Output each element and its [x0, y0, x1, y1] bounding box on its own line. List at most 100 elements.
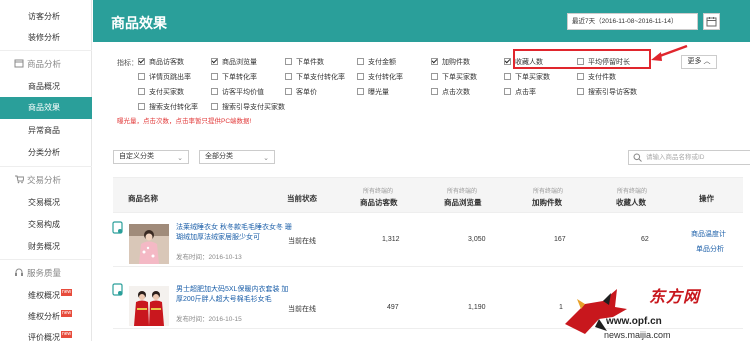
sidebar-group-product[interactable]: 商品分析	[0, 53, 92, 75]
product-thumbnail[interactable]	[129, 224, 169, 264]
select-value: 全部分类	[205, 153, 233, 160]
product-search-input[interactable]: 请输入商品名称或ID	[628, 150, 750, 165]
checkbox[interactable]	[285, 73, 292, 80]
indicator-option[interactable]: 商品访客数	[138, 58, 184, 68]
checkbox[interactable]	[138, 103, 145, 110]
checkbox[interactable]	[431, 58, 438, 65]
option-label: 搜索支付转化率	[149, 104, 198, 111]
single-analysis-link[interactable]: 单品分析	[696, 244, 724, 254]
indicator-option[interactable]: 搜索引导访客数	[577, 88, 637, 98]
custom-category-select[interactable]: 自定义分类 ⌄	[113, 150, 189, 164]
col-views[interactable]: 商品浏览量	[444, 197, 482, 208]
sidebar: 访客分析 装修分析 商品分析 商品概况 商品效果 异常商品 分类分析 交易分析 …	[0, 0, 92, 341]
sidebar-item-decor-analysis[interactable]: 装修分析	[0, 27, 92, 49]
col-cart[interactable]: 加购件数	[532, 197, 562, 208]
checkbox[interactable]	[357, 58, 364, 65]
sidebar-item-rights-overview[interactable]: 维权概况 new	[0, 285, 92, 307]
indicator-option[interactable]: 商品浏览量	[211, 58, 257, 68]
sidebar-item-product-effect[interactable]: 商品效果	[0, 97, 92, 119]
col-visitors[interactable]: 商品访客数	[360, 197, 398, 208]
checkbox[interactable]	[285, 88, 292, 95]
sidebar-item-finance-overview[interactable]: 财务概况	[0, 236, 92, 258]
checkbox[interactable]	[577, 73, 584, 80]
option-label: 下单件数	[296, 59, 324, 66]
new-badge: new	[61, 289, 73, 296]
indicator-option[interactable]: 下单件数	[285, 58, 324, 68]
sidebar-item-trade-composition[interactable]: 交易构成	[0, 214, 92, 236]
option-label: 支付转化率	[368, 74, 403, 81]
box-icon	[14, 59, 24, 68]
indicator-option[interactable]: 加购件数	[431, 58, 470, 68]
date-range-selector[interactable]: 最近7天（2016-11-08~2016-11-14）	[567, 13, 698, 30]
checkbox[interactable]	[504, 88, 511, 95]
sidebar-item-review-overview[interactable]: 评价概况 new	[0, 327, 92, 341]
calendar-button[interactable]	[703, 13, 720, 30]
option-label: 下单转化率	[222, 74, 257, 81]
indicator-option[interactable]: 支付买家数	[138, 88, 184, 98]
indicator-label: 指标：	[117, 60, 138, 67]
checkbox[interactable]	[138, 88, 145, 95]
sidebar-group-service[interactable]: 服务质量	[0, 262, 92, 284]
select-value: 自定义分类	[119, 153, 154, 160]
checkbox[interactable]	[577, 88, 584, 95]
sidebar-item-rights-analysis[interactable]: 维权分析 new	[0, 306, 92, 328]
sidebar-item-label: 评价概况	[28, 333, 60, 341]
indicator-option[interactable]: 下单买家数	[504, 73, 550, 83]
sidebar-item-abnormal-product[interactable]: 异常商品	[0, 120, 92, 142]
sidebar-group-label: 交易分析	[27, 175, 62, 185]
indicator-option[interactable]: 客单价	[285, 88, 317, 98]
checkbox[interactable]	[431, 88, 438, 95]
indicator-option[interactable]: 曝光量	[357, 88, 389, 98]
checkbox[interactable]	[357, 73, 364, 80]
checkbox[interactable]	[211, 88, 218, 95]
indicator-option[interactable]: 点击次数	[431, 88, 470, 98]
indicator-option[interactable]: 点击率	[504, 88, 536, 98]
indicator-option[interactable]: 下单转化率	[211, 73, 257, 83]
sidebar-group-label: 服务质量	[27, 268, 62, 278]
sidebar-item-trade-overview[interactable]: 交易概况	[0, 192, 92, 214]
checkbox[interactable]	[357, 88, 364, 95]
visitors-cell: 1,312	[382, 236, 400, 243]
indicator-option[interactable]: 下单买家数	[431, 73, 477, 83]
sidebar-item-product-overview[interactable]: 商品概况	[0, 76, 92, 98]
watermark-url-2: news.maijia.com	[604, 330, 671, 340]
new-badge: new	[61, 331, 73, 338]
fav-cell: 62	[641, 236, 649, 243]
sidebar-item-category-analysis[interactable]: 分类分析	[0, 142, 92, 164]
indicator-option[interactable]: 支付转化率	[357, 73, 403, 83]
col-fav[interactable]: 收藏人数	[616, 197, 646, 208]
temperature-link[interactable]: 商品温度计	[691, 229, 726, 239]
option-label: 商品访客数	[149, 59, 184, 66]
option-label: 下单买家数	[442, 74, 477, 81]
checkbox[interactable]	[285, 58, 292, 65]
all-category-select[interactable]: 全部分类 ⌄	[199, 150, 275, 164]
status-cell: 当前在线	[288, 306, 316, 313]
indicator-option[interactable]: 搜索引导支付买家数	[211, 103, 285, 113]
product-title-link[interactable]: 男士超肥加大码5XL保暖内衣套装 加厚200斤胖人超大号棉毛衫女毛	[176, 285, 294, 305]
product-thumbnail[interactable]	[129, 286, 169, 326]
checkbox[interactable]	[138, 73, 145, 80]
indicator-option[interactable]: 下单支付转化率	[285, 73, 345, 83]
checkbox[interactable]	[211, 73, 218, 80]
option-label: 支付件数	[588, 74, 616, 81]
watermark-url: www.opf.cn	[606, 316, 662, 327]
checkbox[interactable]	[504, 73, 511, 80]
checkbox[interactable]	[504, 58, 511, 65]
indicator-option[interactable]: 搜索支付转化率	[138, 103, 198, 113]
option-label: 点击率	[515, 89, 536, 96]
checkbox[interactable]	[211, 58, 218, 65]
checkbox[interactable]	[431, 73, 438, 80]
indicator-option[interactable]: 支付金额	[357, 58, 396, 68]
sidebar-item-visitor-analysis[interactable]: 访客分析	[0, 6, 92, 28]
product-title-link[interactable]: 法莱绒睡衣女 秋冬款毛毛睡衣女冬 珊瑚绒加厚法绒家居服少女可	[176, 223, 294, 243]
checkbox[interactable]	[211, 103, 218, 110]
indicator-option[interactable]: 访客平均价值	[211, 88, 264, 98]
indicator-option[interactable]: 详情页跳出率	[138, 73, 191, 83]
sidebar-item-label: 维权分析	[28, 312, 60, 321]
sidebar-group-trade[interactable]: 交易分析	[0, 169, 92, 191]
indicator-option[interactable]: 支付件数	[577, 73, 616, 83]
checkbox[interactable]	[138, 58, 145, 65]
option-label: 搜索引导支付买家数	[222, 104, 285, 111]
option-label: 搜索引导访客数	[588, 89, 637, 96]
cart-cell: 167	[554, 236, 566, 243]
